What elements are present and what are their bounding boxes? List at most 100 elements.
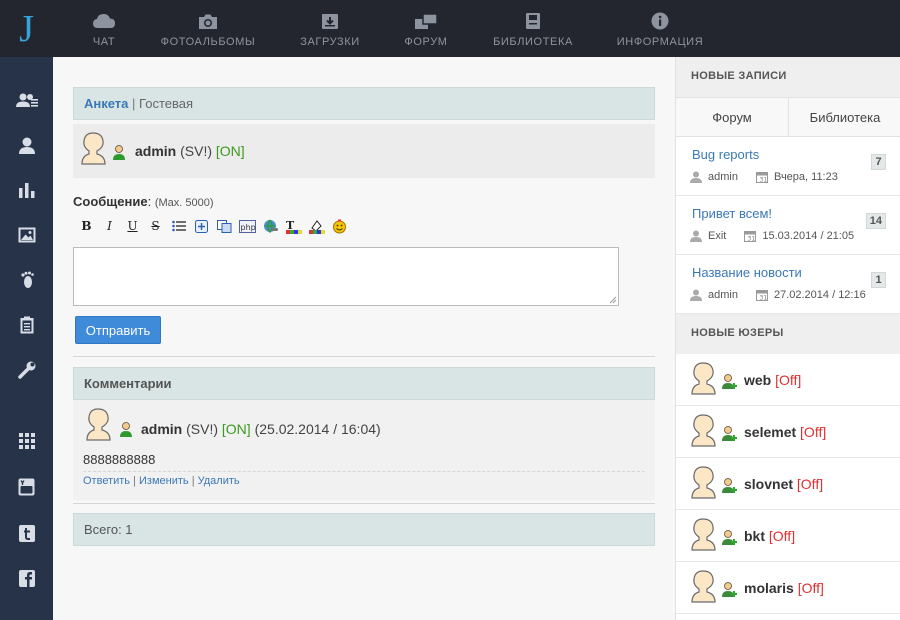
post-count-badge: 1 bbox=[871, 272, 886, 288]
user-avatar[interactable] bbox=[688, 466, 718, 500]
cloud-icon bbox=[92, 10, 116, 32]
user-name[interactable]: slovnet bbox=[744, 476, 793, 492]
post-count-badge: 14 bbox=[865, 213, 886, 229]
offline-status: [Off] bbox=[796, 476, 824, 492]
post-title[interactable]: Bug reports bbox=[692, 147, 759, 162]
nav-photoalbums[interactable]: ФОТОАЛЬБОМЫ bbox=[160, 0, 256, 57]
post-author[interactable]: admin bbox=[708, 171, 738, 183]
user-avatar[interactable] bbox=[688, 570, 718, 604]
new-posts-tabs: Форум Библиотека bbox=[676, 97, 900, 137]
post-date: 15.03.2014 / 21:05 bbox=[762, 230, 855, 242]
user-add-icon bbox=[722, 530, 737, 545]
link-icon[interactable] bbox=[259, 217, 282, 235]
background-color-icon[interactable] bbox=[305, 217, 328, 235]
tumblr-icon[interactable] bbox=[0, 519, 53, 547]
comment-divider bbox=[83, 471, 645, 472]
post-date: 27.02.2014 / 12:16 bbox=[773, 289, 866, 301]
user-name[interactable]: web bbox=[744, 372, 771, 388]
message-textarea[interactable] bbox=[73, 247, 619, 306]
comments-total: Всего: 1 bbox=[73, 513, 655, 546]
svg-text:php: php bbox=[241, 223, 256, 232]
nav-downloads[interactable]: ЗАГРУЗКИ bbox=[300, 0, 360, 57]
post-author[interactable]: Exit bbox=[708, 230, 726, 242]
user-add-icon bbox=[722, 374, 737, 389]
nav-chat[interactable]: ЧАТ bbox=[88, 0, 120, 57]
user-avatar[interactable] bbox=[688, 362, 718, 396]
comment-avatar[interactable] bbox=[83, 408, 113, 442]
right-sidebar: НОВЫЕ ЗАПИСИ Форум Библиотека Bug report… bbox=[675, 57, 900, 620]
user-name[interactable]: bkt bbox=[744, 528, 765, 544]
tab-separator: | bbox=[132, 96, 136, 111]
image-icon[interactable] bbox=[0, 221, 53, 249]
edit-link[interactable]: Изменить bbox=[139, 475, 189, 487]
grid-icon[interactable] bbox=[0, 427, 53, 455]
svg-text:31: 31 bbox=[759, 177, 767, 184]
avatar[interactable] bbox=[78, 132, 108, 166]
user-name[interactable]: molaris bbox=[744, 580, 794, 596]
divider bbox=[73, 356, 655, 357]
php-code-icon[interactable]: php bbox=[236, 217, 259, 235]
tab-guestbook[interactable]: Гостевая bbox=[139, 96, 193, 111]
users-icon[interactable] bbox=[0, 86, 53, 114]
user-list-item: molaris [Off] bbox=[676, 562, 900, 614]
smile-icon[interactable] bbox=[328, 217, 351, 235]
download-icon bbox=[321, 10, 339, 32]
tab-library[interactable]: Библиотека bbox=[788, 98, 900, 137]
underline-button[interactable]: U bbox=[121, 217, 144, 235]
camera-icon bbox=[198, 10, 218, 32]
post-title[interactable]: Привет всем! bbox=[692, 206, 772, 221]
top-navbar: J ЧАТ ФОТОАЛЬБОМЫ ЗАГРУЗКИ ФОРУМ БИБЛИОТ… bbox=[0, 0, 900, 57]
strike-button[interactable]: S bbox=[144, 217, 167, 235]
offline-status: [Off] bbox=[768, 528, 796, 544]
nav-info[interactable]: ИНФОРМАЦИЯ bbox=[617, 0, 703, 57]
svg-text:31: 31 bbox=[759, 295, 767, 302]
comment-author[interactable]: admin bbox=[141, 421, 182, 437]
message-limit: (Max. 5000) bbox=[154, 197, 214, 209]
comment-online-status: [ON] bbox=[221, 421, 251, 437]
user-add-icon bbox=[722, 426, 737, 441]
user-avatar[interactable] bbox=[688, 518, 718, 552]
list-icon[interactable] bbox=[167, 217, 190, 235]
copy-icon[interactable] bbox=[213, 217, 236, 235]
footprint-icon[interactable] bbox=[0, 266, 53, 294]
message-label: Сообщение: (Max. 5000) bbox=[73, 194, 214, 209]
nav-forum[interactable]: ФОРУМ bbox=[403, 0, 449, 57]
left-sidebar bbox=[0, 57, 53, 620]
post-title[interactable]: Название новости bbox=[692, 265, 802, 280]
nav-library[interactable]: БИБЛИОТЕКА bbox=[493, 0, 573, 57]
user-icon bbox=[690, 230, 702, 242]
divider bbox=[73, 503, 655, 504]
info-icon bbox=[651, 10, 669, 32]
text-color-icon[interactable]: T bbox=[282, 217, 305, 235]
post-author[interactable]: admin bbox=[708, 289, 738, 301]
italic-button[interactable]: I bbox=[98, 217, 121, 235]
bold-button[interactable]: B bbox=[75, 217, 98, 235]
clipboard-icon[interactable] bbox=[0, 311, 53, 339]
tab-profile[interactable]: Анкета bbox=[84, 96, 128, 111]
user-name[interactable]: selemet bbox=[744, 424, 796, 440]
add-icon[interactable] bbox=[190, 217, 213, 235]
tab-forum[interactable]: Форум bbox=[676, 98, 788, 137]
reply-link[interactable]: Ответить bbox=[83, 475, 130, 487]
comments-header: Комментарии bbox=[73, 367, 655, 400]
youtube-icon[interactable] bbox=[0, 473, 53, 501]
post-item: Bug reports admin 31 Вчера, 11:23 7 bbox=[676, 137, 900, 196]
facebook-icon[interactable] bbox=[0, 564, 53, 592]
user-list-item: bkt [Off] bbox=[676, 510, 900, 562]
comment-actions: Ответить | Изменить | Удалить bbox=[83, 475, 240, 487]
wrench-icon[interactable] bbox=[0, 356, 53, 384]
stats-icon[interactable] bbox=[0, 176, 53, 204]
resize-handle-icon[interactable] bbox=[609, 296, 617, 304]
user-icon[interactable] bbox=[0, 131, 53, 159]
delete-link[interactable]: Удалить bbox=[198, 475, 240, 487]
send-button[interactable]: Отправить bbox=[75, 316, 161, 344]
user-list-item: slovnet [Off] bbox=[676, 458, 900, 510]
calendar-icon: 31 bbox=[755, 289, 768, 302]
user-status-icon bbox=[113, 145, 125, 160]
editor-toolbar: B I U S php T bbox=[75, 217, 351, 235]
post-count-badge: 7 bbox=[871, 154, 886, 170]
comment-text: 8888888888 bbox=[83, 452, 156, 467]
profile-username[interactable]: admin bbox=[135, 143, 176, 159]
user-avatar[interactable] bbox=[688, 414, 718, 448]
site-logo[interactable]: J bbox=[0, 0, 53, 57]
